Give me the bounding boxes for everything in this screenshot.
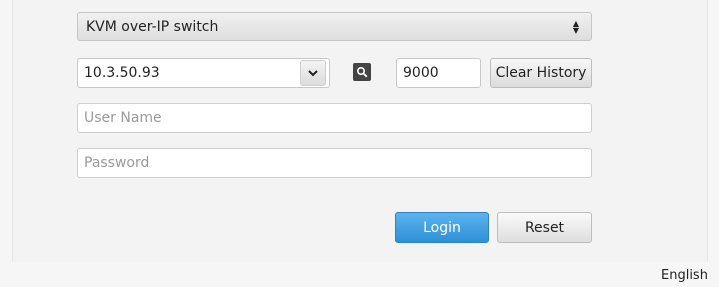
chevron-down-icon[interactable] xyxy=(300,60,326,86)
port-input[interactable] xyxy=(396,58,481,88)
login-button[interactable]: Login xyxy=(395,212,489,243)
username-field[interactable] xyxy=(77,103,592,133)
language-link[interactable]: English xyxy=(661,268,708,283)
updown-icon: ▲ ▼ xyxy=(572,18,580,35)
reset-button[interactable]: Reset xyxy=(497,212,592,243)
device-type-value: KVM over-IP switch xyxy=(86,18,219,35)
ip-address-combobox[interactable]: 10.3.50.93 xyxy=(77,58,330,88)
password-field[interactable] xyxy=(77,148,592,178)
ip-address-value: 10.3.50.93 xyxy=(84,65,160,81)
clear-history-button[interactable]: Clear History xyxy=(490,58,592,88)
device-type-select[interactable]: KVM over-IP switch ▲ ▼ xyxy=(77,12,592,41)
search-icon[interactable] xyxy=(353,63,371,81)
